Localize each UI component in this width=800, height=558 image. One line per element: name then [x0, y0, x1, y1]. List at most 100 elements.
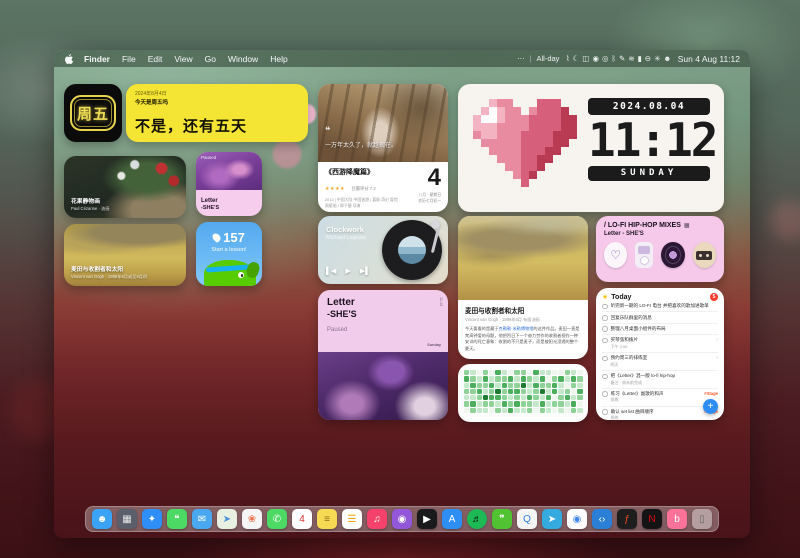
status-icon[interactable]: ⊖ — [645, 54, 651, 63]
heart-pixel — [505, 179, 513, 187]
status-icon[interactable]: ✎ — [619, 54, 625, 63]
previous-track-button[interactable]: ▌◀ — [326, 267, 336, 275]
heart-pixel — [513, 131, 521, 139]
add-reminder-button[interactable]: + — [703, 399, 718, 414]
museum-link[interactable]: 克勒勒·米勒博物馆 — [499, 326, 534, 331]
widget-daily-art[interactable]: 麦田与收割者和太阳 Vincent van Gogh · 1889年6月 布面油… — [458, 216, 588, 359]
todo-item[interactable]: 回复乐队群里的消息 — [602, 312, 718, 323]
widget-movie-of-day[interactable]: ❝ 一万年太久了，就趁现在。 《西游降魔篇》 ★★★★ 豆瓣评分 7.2 201… — [318, 84, 448, 212]
status-icon[interactable]: ≋ — [628, 54, 634, 63]
dock-icon-facetime[interactable]: ✆ — [267, 509, 287, 529]
menu-item-go[interactable]: Go — [199, 54, 222, 64]
widget-artwork-vangogh[interactable]: 麦田与收割者和太阳 Vincent van Gogh · 1889年6月或至9月… — [64, 224, 186, 286]
widget-friday-badge[interactable]: 周五 — [64, 84, 122, 142]
status-icon[interactable]: ◉ — [592, 54, 599, 63]
heatmap-cell — [495, 370, 500, 375]
todo-item[interactable]: 确认 set list 曲目顺序排练#Stage — [602, 407, 718, 420]
todo-checkbox[interactable] — [602, 326, 608, 332]
dock-icon-messages[interactable]: ❝ — [167, 509, 187, 529]
menu-item-file[interactable]: File — [116, 54, 142, 64]
dock-icon-telegram[interactable]: ➤ — [542, 509, 562, 529]
menu-item-window[interactable]: Window — [222, 54, 264, 64]
next-track-button[interactable]: ▶▌ — [360, 267, 370, 275]
widget-music-clockwork[interactable]: Clockwork Michael Logozar ▌◀ ▶ ▶▌ — [318, 216, 448, 284]
status-icon[interactable]: ✳ — [654, 54, 660, 63]
widget-activity-heatmap[interactable] — [458, 364, 588, 422]
dock-icon-maps[interactable]: ➤ — [217, 509, 237, 529]
widget-artwork-cezanne[interactable]: 花果静物画 Paul Cézanne · 油画 — [64, 156, 186, 218]
todo-item[interactable]: 听完新一期的 LO-FI 电台 并把喜欢的歌加进歌单 — [602, 301, 718, 312]
heart-pixel — [561, 147, 569, 155]
dock-icon-wechat[interactable]: ❞ — [492, 509, 512, 529]
status-icon[interactable]: ◎ — [602, 54, 609, 63]
menu-item-edit[interactable]: Edit — [142, 54, 169, 64]
todo-checkbox[interactable] — [602, 315, 608, 321]
dock-icon-vscode[interactable]: ‹› — [592, 509, 612, 529]
todo-checkbox[interactable] — [602, 391, 608, 397]
dock-icon-bilibili[interactable]: b — [667, 509, 687, 529]
dock-icon-calendar[interactable]: 4 — [292, 509, 312, 529]
heart-pixel — [561, 163, 569, 171]
menu-bar-clock[interactable]: Sun 4 Aug 11:12 — [678, 54, 740, 64]
todo-checkbox[interactable] — [602, 374, 608, 380]
heart-pixel — [513, 171, 521, 179]
dock-icon-safari[interactable]: ✦ — [142, 509, 162, 529]
todo-checkbox[interactable] — [602, 304, 608, 310]
dock-icon-chrome[interactable]: ◉ — [567, 509, 587, 529]
status-icon[interactable]: ᛒ — [612, 54, 617, 63]
heatmap-cell — [565, 408, 570, 413]
apple-menu-icon[interactable] — [64, 54, 74, 64]
dock-icon-finder[interactable]: ☻ — [92, 509, 112, 529]
dock-icon-spotify[interactable]: ♬ — [467, 509, 487, 529]
heart-pixel — [537, 171, 545, 179]
todo-item[interactable]: 买琴弦和拨片下午 3:00› — [602, 335, 718, 353]
status-icon[interactable]: ☾ — [573, 54, 580, 63]
heatmap-cell — [521, 401, 526, 406]
menu-item-finder[interactable]: Finder — [78, 54, 116, 64]
dock-icon-launchpad[interactable]: ▦ — [117, 509, 137, 529]
todo-checkbox[interactable] — [602, 409, 608, 415]
dock-icon-mail[interactable]: ✉ — [192, 509, 212, 529]
widget-music-letter-small[interactable]: Paused Letter -SHE'S — [196, 152, 262, 216]
widget-music-letter-large[interactable]: Letter -SHE'S Paused 11:12 Sunday — [318, 290, 448, 420]
heart-pixel — [537, 155, 545, 163]
todo-item[interactable]: 练习《Letter》副歌的和声排练#Stage — [602, 389, 718, 407]
status-icon[interactable]: ⌇ — [566, 54, 570, 63]
heart-pixel — [497, 163, 505, 171]
dock-icon-figma[interactable]: ƒ — [617, 509, 637, 529]
todo-checkbox[interactable] — [602, 338, 608, 344]
status-icon[interactable]: ▮ — [638, 54, 642, 63]
dock-icon-podcasts[interactable]: ◉ — [392, 509, 412, 529]
cassette-sticker[interactable] — [693, 242, 716, 268]
dock-icon-qq[interactable]: Q — [517, 509, 537, 529]
heatmap-cell — [464, 395, 469, 400]
dock-icon-netflix[interactable]: N — [642, 509, 662, 529]
music-player-sticker[interactable] — [635, 242, 653, 268]
dock-icon-notes[interactable]: ≡ — [317, 509, 337, 529]
status-icon[interactable]: ☻ — [663, 54, 671, 63]
dock-icon-trash[interactable]: ▯ — [692, 509, 712, 529]
menu-item-view[interactable]: View — [168, 54, 198, 64]
widget-friday-countdown[interactable]: 2024年8月4日 今天是周五吗 不是，还有五天 — [126, 84, 308, 142]
heatmap-cell — [533, 408, 538, 413]
dock-icon-appstore[interactable]: A — [442, 509, 462, 529]
todo-item[interactable]: 把《Letter》混一版 lo-fi hip-hop备注 · 周末前完成 — [602, 371, 718, 389]
dock-icon-tv[interactable]: ▶ — [417, 509, 437, 529]
dock-icon-reminders[interactable]: ☰ — [342, 509, 362, 529]
play-button[interactable]: ▶ — [345, 267, 350, 275]
widget-pixel-heart-clock[interactable]: 2024.08.04 11:12 SUNDAY — [458, 84, 724, 212]
widget-reminders-today[interactable]: ★ Today 5 听完新一期的 LO-FI 电台 并把喜欢的歌加进歌单回复乐队… — [596, 288, 724, 420]
widget-lesson-streak[interactable]: 157 Start a lesson! — [196, 222, 262, 286]
widget-lofi-playlist[interactable]: / LO-FI HIP-HOP MIXES ▦ Letter - SHE'S ♡ — [596, 216, 724, 282]
todo-stage-tag[interactable]: #Stage — [704, 391, 718, 396]
scribble-heart-sticker[interactable]: ♡ — [604, 242, 627, 268]
todo-item[interactable]: 预约周三的排练室明天› — [602, 353, 718, 371]
more-icon[interactable]: ⋯ — [517, 54, 525, 63]
todo-item[interactable]: 整理八月桌面小组件的布局 — [602, 324, 718, 335]
dock-icon-photos[interactable]: ❀ — [242, 509, 262, 529]
vinyl-sticker[interactable] — [661, 242, 684, 268]
todo-checkbox[interactable] — [602, 356, 608, 362]
menu-item-help[interactable]: Help — [264, 54, 293, 64]
status-icon[interactable]: ◫ — [582, 54, 589, 63]
dock-icon-music[interactable]: ♫ — [367, 509, 387, 529]
